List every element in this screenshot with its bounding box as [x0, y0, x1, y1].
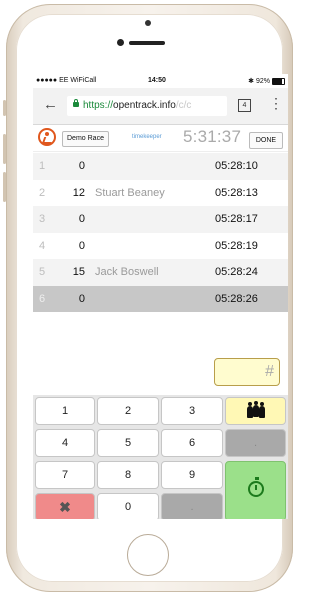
battery-percent: 92% [255, 77, 270, 85]
key-dot-upper[interactable]: . [225, 429, 286, 457]
url-scheme: https:// [83, 100, 114, 111]
url-path: /c/c [175, 100, 192, 111]
row-position: 6 [39, 292, 46, 305]
delete-button[interactable]: ✖ [35, 493, 95, 519]
phone-side-button [3, 100, 6, 116]
row-position: 3 [39, 213, 46, 225]
key-dot[interactable]: . [161, 493, 223, 519]
row-time: 05:28:10 [215, 160, 258, 172]
results-table: 1 0 05:28:10 2 12 Stuart Beaney 05:28:13… [33, 153, 288, 312]
row-bib: 12 [72, 186, 85, 199]
race-button[interactable]: Demo Race [62, 131, 109, 147]
row-position: 4 [39, 239, 46, 252]
runner-logo-icon [38, 128, 56, 146]
carrier-label: ●●●●● EE WiFiCall [36, 77, 97, 84]
status-time: 14:50 [148, 77, 166, 84]
earpiece-speaker [129, 41, 165, 45]
browser-toolbar: ← https://opentrack.info/c/c 4 ⋮ [33, 88, 288, 125]
tab-switcher-button[interactable]: 4 [238, 99, 251, 112]
front-camera [145, 20, 151, 26]
row-runner: Stuart Beaney [95, 186, 165, 199]
row-bib: 0 [78, 292, 85, 305]
more-vert-icon[interactable]: ⋮ [269, 95, 283, 111]
role-label: timekeeper [132, 134, 162, 140]
row-position: 2 [39, 186, 46, 199]
key-4[interactable]: 4 [35, 429, 95, 457]
bluetooth-icon: ✱ [248, 78, 254, 85]
table-row[interactable]: 3 0 05:28:17 [33, 206, 288, 233]
battery-icon [272, 77, 285, 85]
row-time: 05:28:13 [215, 186, 258, 199]
url-text: https://opentrack.info/c/c [83, 96, 191, 116]
proximity-sensor [117, 39, 124, 46]
row-position: 5 [39, 266, 46, 278]
url-field[interactable]: https://opentrack.info/c/c [67, 96, 227, 116]
key-0[interactable]: 0 [97, 493, 159, 519]
key-5[interactable]: 5 [97, 429, 159, 457]
table-row[interactable]: 2 12 Stuart Beaney 05:28:13 [33, 179, 288, 206]
phone-volume-down [3, 172, 6, 202]
table-row[interactable]: 4 0 05:28:19 [33, 232, 288, 259]
key-1[interactable]: 1 [35, 397, 95, 425]
row-bib: 0 [78, 160, 85, 172]
keypad: 1 2 3 4 5 6 . 7 8 9 ✖ 0 . [33, 395, 288, 519]
bib-number-input[interactable]: # [214, 358, 280, 386]
status-right: ✱ 92% [248, 77, 285, 85]
key-7[interactable]: 7 [35, 461, 95, 489]
row-time: 05:28:19 [215, 239, 258, 252]
team-icon [246, 401, 265, 420]
row-bib: 0 [78, 213, 85, 225]
race-clock: 5:31:37 [183, 127, 242, 146]
app-header: Demo Race timekeeper 5:31:37 DONE [33, 125, 288, 152]
row-time: 05:28:24 [215, 266, 258, 278]
table-row-selected[interactable]: 6 0 05:28:26 [33, 285, 288, 312]
row-time: 05:28:26 [215, 292, 258, 305]
lock-icon [73, 99, 79, 107]
row-runner: Jack Boswell [95, 266, 159, 278]
key-9[interactable]: 9 [161, 461, 223, 489]
home-button[interactable] [127, 534, 169, 576]
back-arrow-icon[interactable]: ← [43, 96, 58, 113]
key-8[interactable]: 8 [97, 461, 159, 489]
record-time-button[interactable] [225, 461, 286, 519]
key-3[interactable]: 3 [161, 397, 223, 425]
status-bar: ●●●●● EE WiFiCall 14:50 ✱ 92% [33, 74, 288, 88]
stopwatch-icon [247, 477, 264, 497]
row-position: 1 [39, 160, 46, 172]
table-row[interactable]: 1 0 05:28:10 [33, 153, 288, 180]
row-time: 05:28:17 [215, 213, 258, 225]
done-button[interactable]: DONE [249, 132, 283, 149]
team-button[interactable] [225, 397, 286, 425]
phone-screen: ●●●●● EE WiFiCall 14:50 ✱ 92% ← https://… [33, 74, 288, 519]
row-bib: 15 [72, 266, 85, 278]
key-6[interactable]: 6 [161, 429, 223, 457]
url-host: opentrack.info [113, 100, 176, 111]
row-bib: 0 [78, 239, 85, 252]
key-2[interactable]: 2 [97, 397, 159, 425]
phone-volume-up [3, 134, 6, 164]
table-row[interactable]: 5 15 Jack Boswell 05:28:24 [33, 259, 288, 286]
